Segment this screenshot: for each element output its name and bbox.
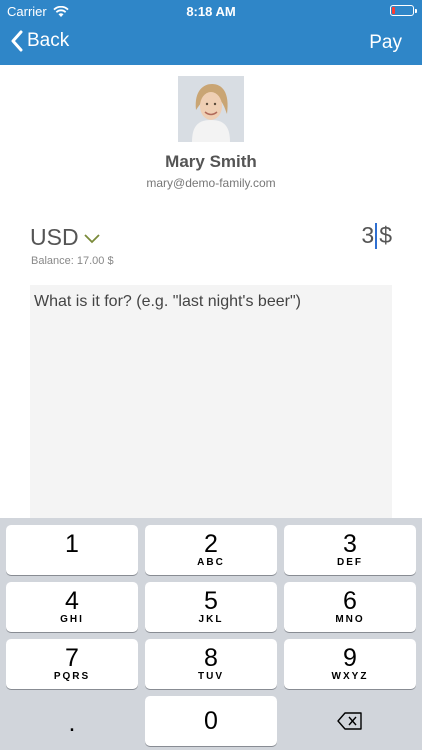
key-number: 1 <box>65 530 79 558</box>
key-3[interactable]: 3 DEF <box>284 525 416 575</box>
payee-name: Mary Smith <box>165 152 257 171</box>
balance-label: Balance: 17.00 $ <box>31 255 114 267</box>
key-9[interactable]: 9 WXYZ <box>284 639 416 689</box>
key-letters: WXYZ <box>331 671 369 682</box>
chevron-left-icon <box>11 30 23 52</box>
key-5[interactable]: 5 JKL <box>145 582 277 632</box>
text-cursor <box>375 222 378 249</box>
key-4[interactable]: 4 GHI <box>6 582 138 632</box>
key-0[interactable]: 0 <box>145 696 277 746</box>
key-letters: JKL <box>198 614 224 625</box>
amount-field[interactable]: 3 $ <box>361 222 392 249</box>
key-8[interactable]: 8 TUV <box>145 639 277 689</box>
key-letters: ABC <box>197 557 225 568</box>
key-number: 7 <box>65 644 79 672</box>
back-button[interactable]: Back <box>10 30 69 52</box>
battery-icon <box>390 5 417 16</box>
backspace-icon <box>337 712 362 730</box>
person-photo-icon <box>178 76 244 142</box>
status-bar: Carrier 8:18 AM <box>0 0 422 22</box>
back-label: Back <box>27 30 70 51</box>
key-number: 6 <box>343 587 357 615</box>
key-number: 9 <box>343 644 357 672</box>
key-7[interactable]: 7 PQRS <box>6 639 138 689</box>
key-number: 0 <box>204 707 218 735</box>
top-bar: Carrier 8:18 AM Back Pay <box>0 0 422 65</box>
note-placeholder: What is it for? (e.g. "last night's beer… <box>34 293 301 310</box>
key-letters: TUV <box>198 671 224 682</box>
navigation-bar: Back Pay <box>0 22 422 65</box>
key-letters: GHI <box>60 614 84 625</box>
key-decimal[interactable]: . <box>6 696 138 746</box>
key-1[interactable]: 1 <box>6 525 138 575</box>
key-2[interactable]: 2 ABC <box>145 525 277 575</box>
numeric-keypad: 1 2 ABC 3 DEF 4 GHI 5 JKL 6 MNO 7 PQRS 8… <box>0 518 422 750</box>
key-number: 5 <box>204 587 218 615</box>
key-number: 2 <box>204 530 218 558</box>
currency-label: USD <box>30 224 79 250</box>
key-number: 3 <box>343 530 357 558</box>
currency-selector[interactable]: USD <box>30 224 101 251</box>
key-6[interactable]: 6 MNO <box>284 582 416 632</box>
key-letters: DEF <box>337 557 363 568</box>
amount-currency-symbol: $ <box>379 222 392 248</box>
key-letters: PQRS <box>53 671 91 682</box>
key-number: . <box>68 709 76 737</box>
payee-email: mary@demo-family.com <box>146 176 276 190</box>
key-letters: MNO <box>335 614 365 625</box>
pay-button[interactable]: Pay <box>369 32 402 54</box>
battery-level <box>392 7 395 14</box>
key-number: 8 <box>204 644 218 672</box>
chevron-down-icon <box>83 233 100 243</box>
note-input[interactable]: What is it for? (e.g. "last night's beer… <box>30 285 392 521</box>
avatar <box>178 76 244 142</box>
clock: 8:18 AM <box>186 4 236 19</box>
key-number: 4 <box>65 587 79 615</box>
delete-button[interactable] <box>284 696 416 746</box>
amount-value: 3 <box>361 222 375 248</box>
